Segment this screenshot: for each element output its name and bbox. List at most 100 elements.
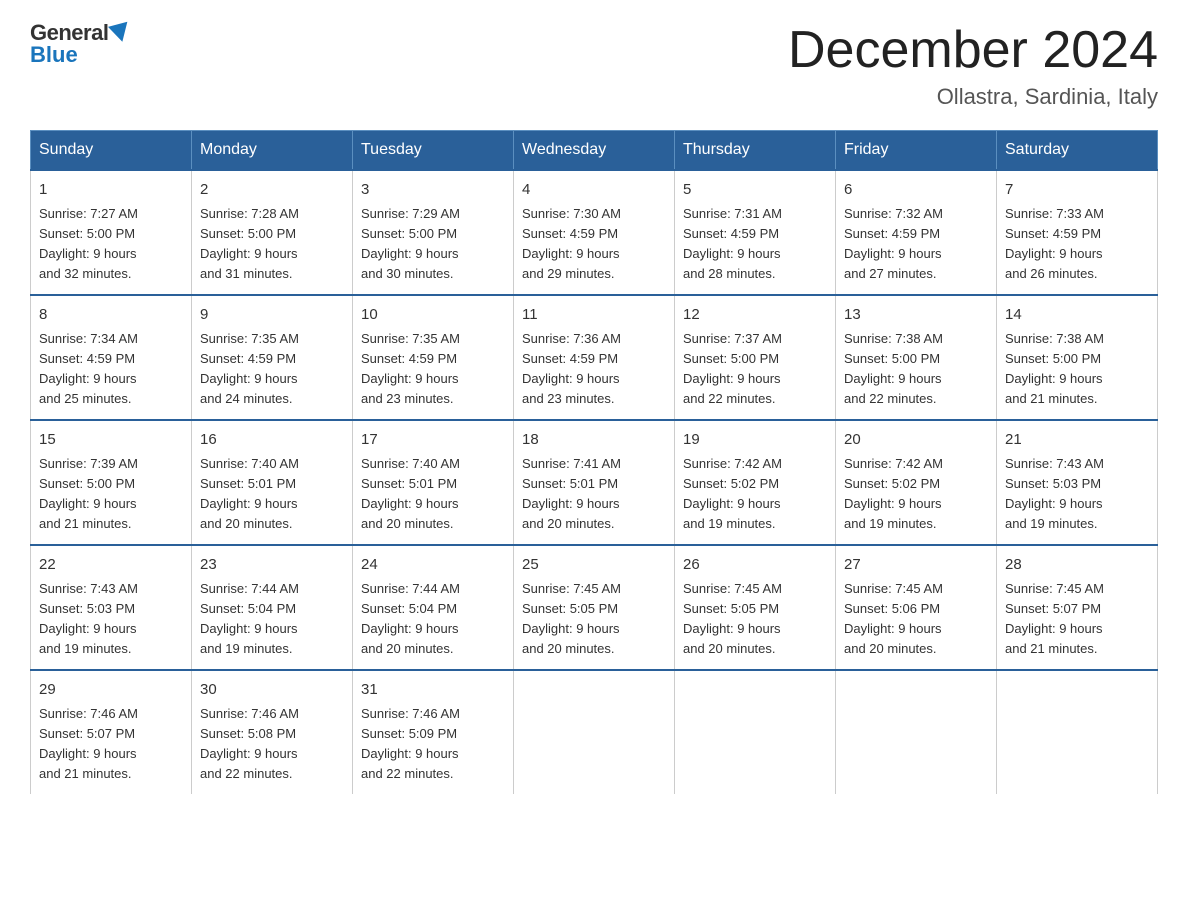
logo-blue-text: Blue [30,42,78,68]
calendar-cell: 6 Sunrise: 7:32 AMSunset: 4:59 PMDayligh… [836,170,997,295]
day-info: Sunrise: 7:35 AMSunset: 4:59 PMDaylight:… [200,331,299,406]
calendar-cell: 20 Sunrise: 7:42 AMSunset: 5:02 PMDaylig… [836,420,997,545]
day-info: Sunrise: 7:45 AMSunset: 5:06 PMDaylight:… [844,581,943,656]
day-number: 28 [1005,554,1149,577]
logo: General Blue [30,20,130,68]
calendar-cell: 24 Sunrise: 7:44 AMSunset: 5:04 PMDaylig… [353,545,514,670]
column-header-tuesday: Tuesday [353,131,514,171]
calendar-cell: 19 Sunrise: 7:42 AMSunset: 5:02 PMDaylig… [675,420,836,545]
day-info: Sunrise: 7:39 AMSunset: 5:00 PMDaylight:… [39,456,138,531]
calendar-cell [675,670,836,794]
column-header-friday: Friday [836,131,997,171]
day-number: 11 [522,304,666,327]
calendar-cell: 22 Sunrise: 7:43 AMSunset: 5:03 PMDaylig… [31,545,192,670]
day-number: 29 [39,679,183,702]
day-info: Sunrise: 7:42 AMSunset: 5:02 PMDaylight:… [844,456,943,531]
day-info: Sunrise: 7:43 AMSunset: 5:03 PMDaylight:… [1005,456,1104,531]
day-number: 23 [200,554,344,577]
day-info: Sunrise: 7:33 AMSunset: 4:59 PMDaylight:… [1005,206,1104,281]
calendar-cell: 14 Sunrise: 7:38 AMSunset: 5:00 PMDaylig… [997,295,1158,420]
calendar-cell: 7 Sunrise: 7:33 AMSunset: 4:59 PMDayligh… [997,170,1158,295]
calendar-cell: 28 Sunrise: 7:45 AMSunset: 5:07 PMDaylig… [997,545,1158,670]
calendar-cell: 18 Sunrise: 7:41 AMSunset: 5:01 PMDaylig… [514,420,675,545]
calendar-cell: 3 Sunrise: 7:29 AMSunset: 5:00 PMDayligh… [353,170,514,295]
day-number: 16 [200,429,344,452]
week-row-3: 15 Sunrise: 7:39 AMSunset: 5:00 PMDaylig… [31,420,1158,545]
week-row-2: 8 Sunrise: 7:34 AMSunset: 4:59 PMDayligh… [31,295,1158,420]
calendar-cell: 25 Sunrise: 7:45 AMSunset: 5:05 PMDaylig… [514,545,675,670]
logo-triangle-icon [108,22,132,45]
day-info: Sunrise: 7:38 AMSunset: 5:00 PMDaylight:… [1005,331,1104,406]
day-info: Sunrise: 7:42 AMSunset: 5:02 PMDaylight:… [683,456,782,531]
calendar-cell: 11 Sunrise: 7:36 AMSunset: 4:59 PMDaylig… [514,295,675,420]
day-number: 6 [844,179,988,202]
day-info: Sunrise: 7:35 AMSunset: 4:59 PMDaylight:… [361,331,460,406]
day-info: Sunrise: 7:32 AMSunset: 4:59 PMDaylight:… [844,206,943,281]
calendar-cell: 13 Sunrise: 7:38 AMSunset: 5:00 PMDaylig… [836,295,997,420]
day-number: 31 [361,679,505,702]
day-number: 19 [683,429,827,452]
day-info: Sunrise: 7:46 AMSunset: 5:07 PMDaylight:… [39,706,138,781]
location-title: Ollastra, Sardinia, Italy [788,84,1158,110]
calendar-cell: 10 Sunrise: 7:35 AMSunset: 4:59 PMDaylig… [353,295,514,420]
day-number: 8 [39,304,183,327]
day-number: 27 [844,554,988,577]
day-info: Sunrise: 7:40 AMSunset: 5:01 PMDaylight:… [361,456,460,531]
day-info: Sunrise: 7:31 AMSunset: 4:59 PMDaylight:… [683,206,782,281]
day-number: 25 [522,554,666,577]
day-number: 4 [522,179,666,202]
day-number: 13 [844,304,988,327]
day-number: 26 [683,554,827,577]
day-info: Sunrise: 7:29 AMSunset: 5:00 PMDaylight:… [361,206,460,281]
day-number: 22 [39,554,183,577]
calendar-cell [514,670,675,794]
column-header-wednesday: Wednesday [514,131,675,171]
calendar-cell: 5 Sunrise: 7:31 AMSunset: 4:59 PMDayligh… [675,170,836,295]
calendar-cell: 4 Sunrise: 7:30 AMSunset: 4:59 PMDayligh… [514,170,675,295]
day-info: Sunrise: 7:27 AMSunset: 5:00 PMDaylight:… [39,206,138,281]
day-number: 30 [200,679,344,702]
day-number: 9 [200,304,344,327]
calendar-cell [997,670,1158,794]
day-number: 18 [522,429,666,452]
week-row-5: 29 Sunrise: 7:46 AMSunset: 5:07 PMDaylig… [31,670,1158,794]
calendar-cell: 16 Sunrise: 7:40 AMSunset: 5:01 PMDaylig… [192,420,353,545]
calendar-cell: 21 Sunrise: 7:43 AMSunset: 5:03 PMDaylig… [997,420,1158,545]
day-info: Sunrise: 7:44 AMSunset: 5:04 PMDaylight:… [200,581,299,656]
calendar-table: SundayMondayTuesdayWednesdayThursdayFrid… [30,130,1158,794]
day-number: 12 [683,304,827,327]
calendar-cell: 12 Sunrise: 7:37 AMSunset: 5:00 PMDaylig… [675,295,836,420]
calendar-cell: 9 Sunrise: 7:35 AMSunset: 4:59 PMDayligh… [192,295,353,420]
calendar-header-row: SundayMondayTuesdayWednesdayThursdayFrid… [31,131,1158,171]
calendar-cell: 15 Sunrise: 7:39 AMSunset: 5:00 PMDaylig… [31,420,192,545]
month-title: December 2024 [788,20,1158,80]
day-info: Sunrise: 7:46 AMSunset: 5:09 PMDaylight:… [361,706,460,781]
day-info: Sunrise: 7:41 AMSunset: 5:01 PMDaylight:… [522,456,621,531]
day-number: 14 [1005,304,1149,327]
calendar-cell: 17 Sunrise: 7:40 AMSunset: 5:01 PMDaylig… [353,420,514,545]
day-number: 5 [683,179,827,202]
title-area: December 2024 Ollastra, Sardinia, Italy [788,20,1158,110]
day-info: Sunrise: 7:34 AMSunset: 4:59 PMDaylight:… [39,331,138,406]
day-info: Sunrise: 7:28 AMSunset: 5:00 PMDaylight:… [200,206,299,281]
day-number: 21 [1005,429,1149,452]
calendar-cell: 31 Sunrise: 7:46 AMSunset: 5:09 PMDaylig… [353,670,514,794]
day-info: Sunrise: 7:36 AMSunset: 4:59 PMDaylight:… [522,331,621,406]
calendar-cell: 29 Sunrise: 7:46 AMSunset: 5:07 PMDaylig… [31,670,192,794]
day-info: Sunrise: 7:44 AMSunset: 5:04 PMDaylight:… [361,581,460,656]
day-number: 20 [844,429,988,452]
day-info: Sunrise: 7:30 AMSunset: 4:59 PMDaylight:… [522,206,621,281]
calendar-cell: 2 Sunrise: 7:28 AMSunset: 5:00 PMDayligh… [192,170,353,295]
day-number: 17 [361,429,505,452]
page-header: General Blue December 2024 Ollastra, Sar… [30,20,1158,110]
week-row-1: 1 Sunrise: 7:27 AMSunset: 5:00 PMDayligh… [31,170,1158,295]
day-info: Sunrise: 7:37 AMSunset: 5:00 PMDaylight:… [683,331,782,406]
calendar-cell: 8 Sunrise: 7:34 AMSunset: 4:59 PMDayligh… [31,295,192,420]
calendar-cell: 30 Sunrise: 7:46 AMSunset: 5:08 PMDaylig… [192,670,353,794]
day-number: 24 [361,554,505,577]
calendar-cell: 26 Sunrise: 7:45 AMSunset: 5:05 PMDaylig… [675,545,836,670]
day-info: Sunrise: 7:45 AMSunset: 5:05 PMDaylight:… [522,581,621,656]
day-info: Sunrise: 7:40 AMSunset: 5:01 PMDaylight:… [200,456,299,531]
calendar-cell [836,670,997,794]
column-header-monday: Monday [192,131,353,171]
